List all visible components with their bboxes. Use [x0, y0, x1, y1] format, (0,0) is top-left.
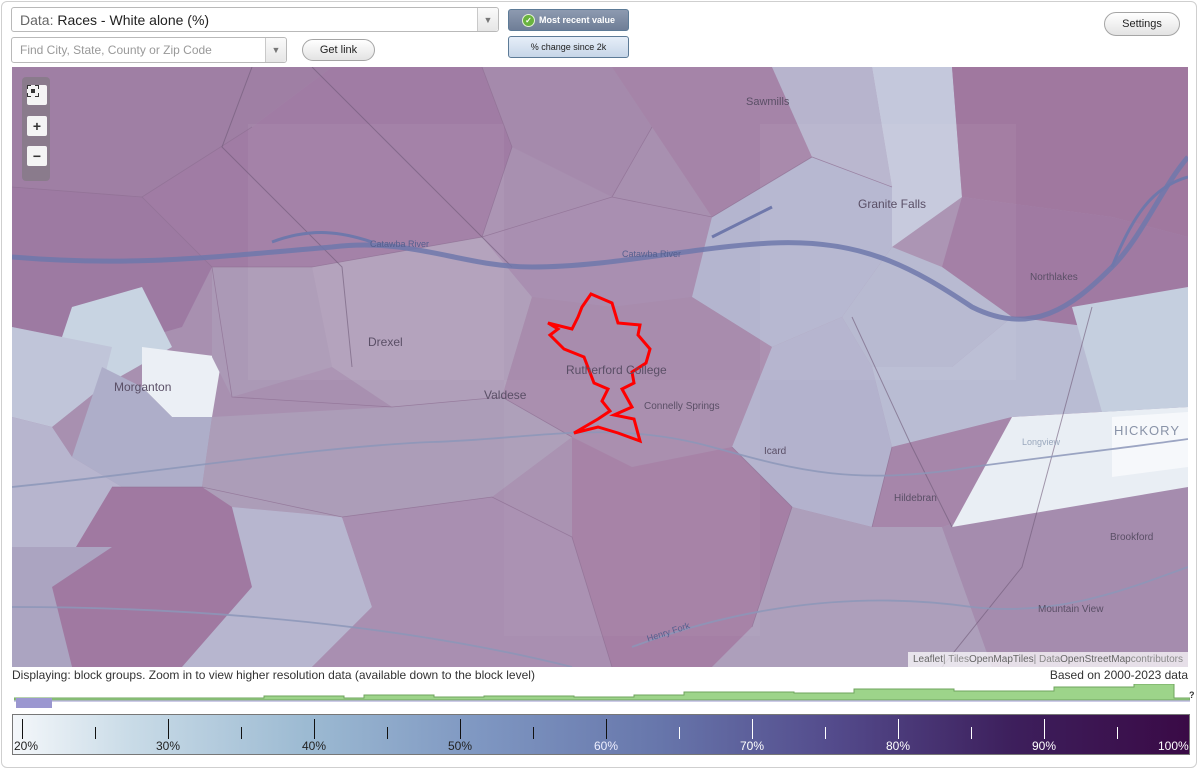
legend-tick [314, 719, 315, 739]
legend-tick [606, 719, 607, 739]
openmaptiles-link[interactable]: OpenMapTiles [969, 654, 1034, 665]
legend-tick [241, 727, 242, 739]
attribution-text: | Tiles [943, 654, 969, 665]
legend-label: 60% [594, 739, 619, 753]
place-label: Granite Falls [858, 197, 927, 211]
legend-label: 20% [14, 739, 39, 753]
place-label: Valdese [484, 388, 527, 402]
settings-button[interactable]: Settings [1104, 12, 1180, 36]
data-variable-text: Data: Races - White alone (%) [20, 11, 210, 28]
place-label: Morganton [114, 380, 172, 394]
value-histogram[interactable] [14, 684, 1190, 712]
map-attribution: Leaflet | Tiles OpenMapTiles | Data Open… [908, 652, 1188, 667]
legend-tick [752, 719, 753, 739]
legend-label: 30% [156, 739, 181, 753]
place-label: Rutherford College [566, 363, 667, 377]
legend-label: 40% [302, 739, 327, 753]
place-label: Drexel [368, 335, 403, 349]
choropleth-map[interactable]: + − Sawmills Granite Falls Catawba River… [12, 67, 1188, 667]
attribution-text: contributors [1130, 654, 1183, 665]
legend-label: 100% [1158, 739, 1189, 753]
place-label: Icard [764, 446, 787, 457]
zoom-in-button[interactable]: + [27, 116, 47, 136]
place-label: Mountain View [1038, 604, 1104, 615]
legend-tick [825, 727, 826, 739]
location-search-input[interactable] [12, 42, 265, 58]
legend-tick [1117, 727, 1118, 739]
legend-label: 80% [886, 739, 911, 753]
fullscreen-icon[interactable] [27, 85, 47, 105]
get-link-button[interactable]: Get link [302, 39, 375, 61]
legend-tick [22, 719, 23, 739]
legend-tick [95, 727, 96, 739]
legend-tick [168, 719, 169, 739]
legend-label: 90% [1032, 739, 1057, 753]
legend-label: 70% [740, 739, 765, 753]
data-years: Based on 2000-2023 data [1049, 668, 1188, 682]
legend-tick [679, 727, 680, 739]
data-variable-value: Races - White alone (%) [57, 11, 210, 28]
resolution-status: Displaying: block groups. Zoom in to vie… [12, 668, 535, 682]
unknown-marker: ? [1189, 690, 1195, 700]
legend-tick [898, 719, 899, 739]
checkmark-icon: ✓ [521, 13, 535, 27]
river-label: Catawba River [622, 249, 682, 259]
chevron-down-icon[interactable]: ▼ [265, 38, 286, 62]
place-label: Northlakes [1030, 272, 1078, 283]
legend-tick [1044, 719, 1045, 739]
place-label: Connelly Springs [644, 401, 720, 412]
legend-tick [971, 727, 972, 739]
color-legend: 20% 30% 40% 50% 60% 70% 80% 90% 100% [12, 714, 1190, 755]
legend-tick [460, 719, 461, 739]
legend-tick [387, 727, 388, 739]
leaflet-link[interactable]: Leaflet [913, 654, 943, 665]
legend-label: 50% [448, 739, 473, 753]
zoom-out-button[interactable]: − [27, 146, 47, 166]
place-label: Longview [1022, 437, 1061, 447]
place-label: Brookford [1110, 532, 1154, 543]
data-variable-select[interactable]: Data: Races - White alone (%) ▼ [11, 7, 499, 32]
zoom-control: + − [22, 77, 50, 181]
place-label: Hildebran [894, 493, 937, 504]
place-label: Sawmills [746, 96, 790, 108]
openstreetmap-link[interactable]: OpenStreetMap [1060, 654, 1131, 665]
legend-tick [533, 727, 534, 739]
percent-change-button[interactable]: % change since 2k [508, 36, 629, 58]
place-label: HICKORY [1114, 423, 1180, 438]
chevron-down-icon[interactable]: ▼ [477, 8, 498, 31]
most-recent-value-label: Most recent value [538, 15, 616, 25]
attribution-text: | Data [1033, 654, 1061, 665]
most-recent-value-button[interactable]: ✓ Most recent value [508, 9, 629, 31]
location-search[interactable]: ▼ [11, 37, 287, 63]
river-label: Catawba River [370, 239, 430, 249]
